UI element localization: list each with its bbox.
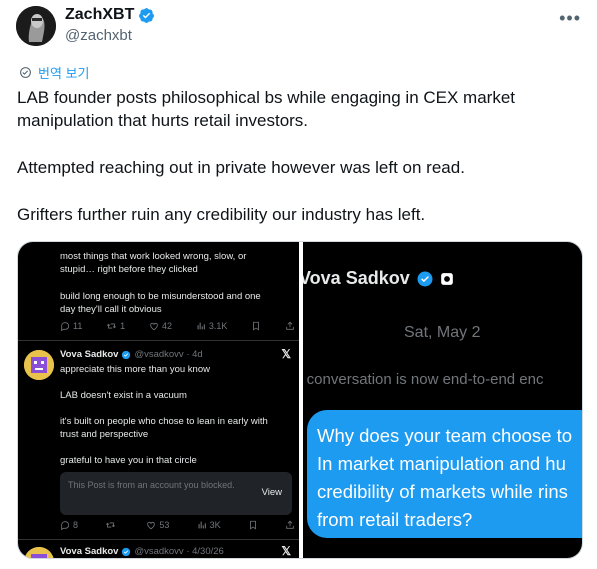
- view-button[interactable]: View: [262, 487, 282, 499]
- more-options-icon[interactable]: •••: [559, 8, 581, 29]
- like-action: 42: [149, 321, 172, 331]
- share-icon: [285, 321, 295, 331]
- post-text-line: stupid… right before they clicked: [60, 264, 198, 275]
- reply-action: 8: [60, 520, 78, 530]
- translate-label[interactable]: 번역 보기: [38, 63, 89, 82]
- dm-message-line: Why does your team choose to: [317, 425, 573, 446]
- reply-header: Vova Sadkov @vsadkovv · 4d: [60, 349, 203, 360]
- views-action: 3.1K: [196, 321, 228, 331]
- post-actions: 8 53 3K: [60, 520, 295, 530]
- repost-icon: [106, 522, 116, 528]
- like-action: 53: [146, 520, 169, 530]
- verified-badge-icon: [122, 350, 131, 359]
- x-logo-icon: 𝕏: [281, 347, 291, 361]
- heart-icon: [150, 322, 158, 331]
- repost-action: [105, 520, 119, 530]
- reply-count: 11: [73, 321, 83, 331]
- reply-header: Vova Sadkov @vsadkovv · 4/30/26: [60, 546, 224, 557]
- post-text-line: grateful to have you in that circle: [60, 455, 197, 466]
- bookmark-icon: [251, 321, 261, 331]
- like-count: 53: [159, 520, 170, 530]
- bookmark-icon: [248, 520, 258, 530]
- verified-badge-icon: [122, 547, 131, 556]
- post-text-line: build long enough to be misunderstood an…: [60, 291, 261, 302]
- blocked-text: This Post is from an account you blocked…: [68, 480, 235, 490]
- views-icon: [197, 322, 205, 330]
- translate-icon: [20, 67, 31, 78]
- dm-encryption-notice: s conversation is now end-to-end enc: [303, 371, 544, 388]
- media-image-left[interactable]: most things that work looked wrong, slow…: [18, 242, 299, 558]
- reply-meta: @vsadkovv · 4d: [134, 349, 203, 360]
- dm-message-line: credibility of markets while rins: [317, 481, 568, 502]
- reply-icon: [61, 521, 70, 530]
- repost-count: 1: [120, 321, 126, 331]
- divider: [18, 340, 299, 341]
- share-icon: [285, 520, 295, 530]
- reply-meta: @vsadkovv · 4/30/26: [134, 546, 224, 557]
- post-text-line: most things that work looked wrong, slow…: [60, 251, 247, 262]
- reply-avatar: [24, 547, 54, 558]
- repost-icon: [107, 323, 117, 329]
- verified-badge-icon: [417, 271, 433, 286]
- repost-action: 1: [106, 321, 125, 331]
- reply-author-name: Vova Sadkov: [60, 546, 119, 557]
- affiliate-badge-icon: [440, 272, 453, 285]
- post-actions: 11 1 42 3.1K: [60, 321, 295, 331]
- tweet-body: LAB founder posts philosophical bs while…: [17, 86, 577, 250]
- media-image-right[interactable]: Vova Sadkov Sat, May 2 s conversation is…: [303, 242, 582, 558]
- author-name-row[interactable]: ZachXBT: [65, 6, 155, 24]
- dm-contact-header: Vova Sadkov: [303, 268, 454, 289]
- post-text-line: day they'll call it obvious: [60, 304, 162, 315]
- blocked-notice: This Post is from an account you blocked…: [60, 472, 292, 515]
- dm-message-line: from retail traders?: [317, 509, 473, 530]
- post-text-line: trust and perspective: [60, 429, 149, 440]
- post-text-line: appreciate this more than you know: [60, 364, 210, 375]
- verified-badge-icon: [139, 7, 155, 23]
- reply-action: 11: [60, 321, 82, 331]
- x-logo-icon: 𝕏: [281, 544, 291, 558]
- author-handle[interactable]: @zachxbt: [65, 27, 132, 44]
- heart-icon: [147, 521, 156, 530]
- views-count: 3.1K: [208, 321, 228, 331]
- views-count: 3K: [209, 520, 221, 530]
- post-text-line: LAB doesn't exist in a vacuum: [60, 390, 187, 401]
- dm-contact-name: Vova Sadkov: [303, 268, 410, 288]
- author-avatar[interactable]: [16, 6, 56, 46]
- translate-link[interactable]: 번역 보기: [19, 63, 89, 82]
- reply-count: 8: [73, 520, 79, 530]
- dm-message-bubble: Why does your team choose to In market m…: [307, 410, 582, 538]
- reply-icon: [61, 322, 70, 331]
- views-icon: [198, 521, 206, 529]
- media-grid[interactable]: most things that work looked wrong, slow…: [17, 241, 583, 559]
- like-count: 42: [161, 321, 172, 331]
- views-action: 3K: [197, 520, 221, 530]
- reply-author-name: Vova Sadkov: [60, 349, 119, 360]
- dm-message-line: In market manipulation and hu: [317, 453, 566, 474]
- tweet-paragraph: Attempted reaching out in private howeve…: [17, 158, 465, 177]
- author-display-name[interactable]: ZachXBT: [65, 6, 134, 24]
- tweet-paragraph: LAB founder posts philosophical bs while…: [17, 88, 516, 130]
- divider: [18, 539, 299, 540]
- tweet-paragraph: Grifters further ruin any credibility ou…: [17, 205, 426, 224]
- dm-date-separator: Sat, May 2: [404, 324, 481, 341]
- post-text-line: it's built on people who chose to lean i…: [60, 416, 268, 427]
- reply-avatar: [24, 350, 54, 380]
